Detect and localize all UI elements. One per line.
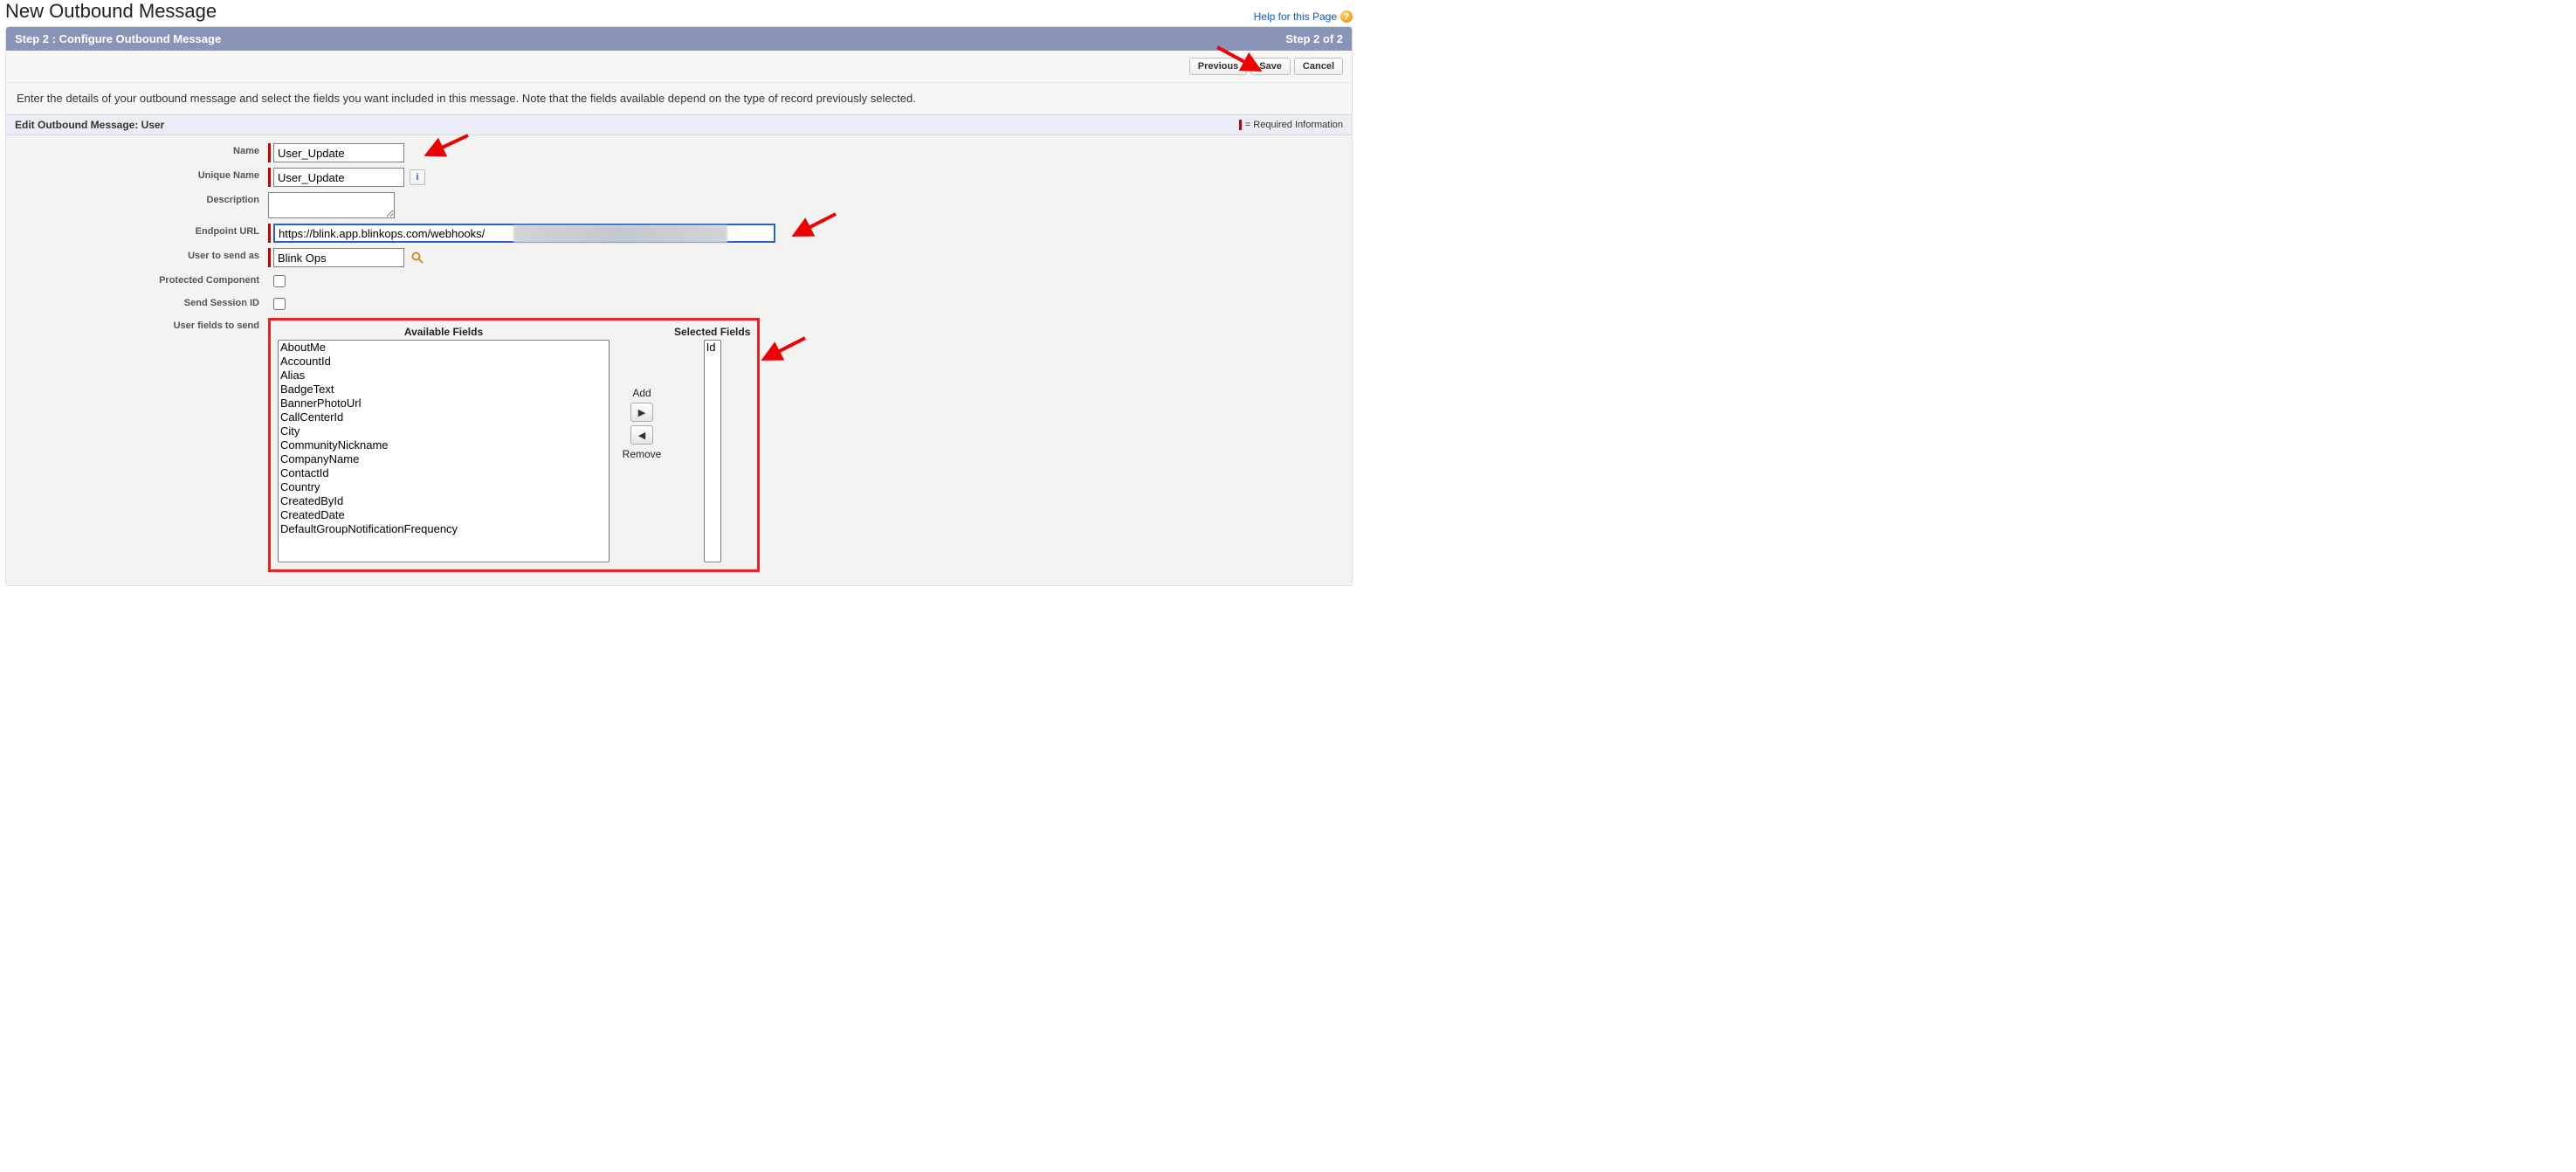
label-protected-component: Protected Component (6, 272, 268, 286)
remove-button[interactable]: ◀ (630, 425, 653, 445)
help-link[interactable]: Help for this Page ? (1254, 10, 1353, 23)
available-field-option[interactable]: City (279, 424, 609, 438)
instructions-text: Enter the details of your outbound messa… (6, 83, 1352, 114)
name-input[interactable] (273, 143, 404, 162)
available-field-option[interactable]: Alias (279, 369, 609, 383)
required-bar-icon (1239, 120, 1242, 130)
section-title: Edit Outbound Message: User (15, 119, 164, 131)
remove-label: Remove (623, 448, 662, 460)
available-field-option[interactable]: CreatedById (279, 494, 609, 508)
triangle-left-icon: ◀ (638, 430, 645, 441)
section-header: Edit Outbound Message: User = Required I… (6, 114, 1352, 135)
label-send-session-id: Send Session ID (6, 295, 268, 308)
available-fields-select[interactable]: AboutMeAccountIdAliasBadgeTextBannerPhot… (278, 340, 610, 562)
selected-fields-select[interactable]: Id (704, 340, 721, 562)
annotation-arrow-fields (757, 334, 809, 369)
step-header-right: Step 2 of 2 (1285, 32, 1343, 45)
help-icon: ? (1340, 10, 1353, 23)
available-field-option[interactable]: ContactId (279, 466, 609, 480)
protected-component-checkbox[interactable] (273, 275, 286, 287)
available-field-option[interactable]: CompanyName (279, 452, 609, 466)
available-field-option[interactable]: AccountId (279, 355, 609, 369)
add-button[interactable]: ▶ (630, 403, 653, 422)
lookup-icon[interactable] (410, 250, 425, 265)
label-user-fields-to-send: User fields to send (6, 318, 268, 331)
annotation-arrow-name (420, 132, 472, 167)
save-button[interactable]: Save (1250, 58, 1291, 75)
label-description: Description (6, 192, 268, 205)
label-user-to-send-as: User to send as (6, 248, 268, 261)
available-field-option[interactable]: BadgeText (279, 383, 609, 396)
available-field-option[interactable]: CommunityNickname (279, 438, 609, 452)
step-header: Step 2 : Configure Outbound Message Step… (6, 27, 1352, 51)
send-session-id-checkbox[interactable] (273, 298, 286, 310)
selected-fields-title: Selected Fields (674, 326, 750, 338)
selected-field-option[interactable]: Id (705, 341, 720, 355)
endpoint-redaction (513, 225, 727, 243)
triangle-right-icon: ▶ (638, 407, 645, 418)
user-to-send-as-input[interactable] (273, 248, 404, 267)
page-title: New Outbound Message (5, 0, 217, 23)
label-name: Name (6, 143, 268, 156)
description-textarea[interactable] (268, 192, 395, 218)
help-link-text: Help for this Page (1254, 10, 1337, 23)
required-info: = Required Information (1239, 120, 1343, 130)
available-fields-title: Available Fields (404, 326, 483, 338)
available-field-option[interactable]: AboutMe (279, 341, 609, 355)
info-icon[interactable]: i (410, 169, 425, 185)
available-field-option[interactable]: Country (279, 480, 609, 494)
available-field-option[interactable]: CallCenterId (279, 410, 609, 424)
fields-picklist: Available Fields AboutMeAccountIdAliasBa… (268, 318, 760, 572)
available-field-option[interactable]: BannerPhotoUrl (279, 396, 609, 410)
available-field-option[interactable]: CreatedDate (279, 508, 609, 522)
label-endpoint-url: Endpoint URL (6, 224, 268, 237)
required-info-text: = Required Information (1245, 120, 1343, 130)
label-unique-name: Unique Name (6, 168, 268, 181)
toolbar: Previous Save Cancel (6, 51, 1352, 83)
available-field-option[interactable]: DefaultGroupNotificationFrequency (279, 522, 609, 536)
add-label: Add (632, 387, 651, 399)
unique-name-input[interactable] (273, 168, 404, 187)
cancel-button[interactable]: Cancel (1294, 58, 1343, 75)
step-header-left: Step 2 : Configure Outbound Message (15, 32, 221, 45)
previous-button[interactable]: Previous (1189, 58, 1247, 75)
